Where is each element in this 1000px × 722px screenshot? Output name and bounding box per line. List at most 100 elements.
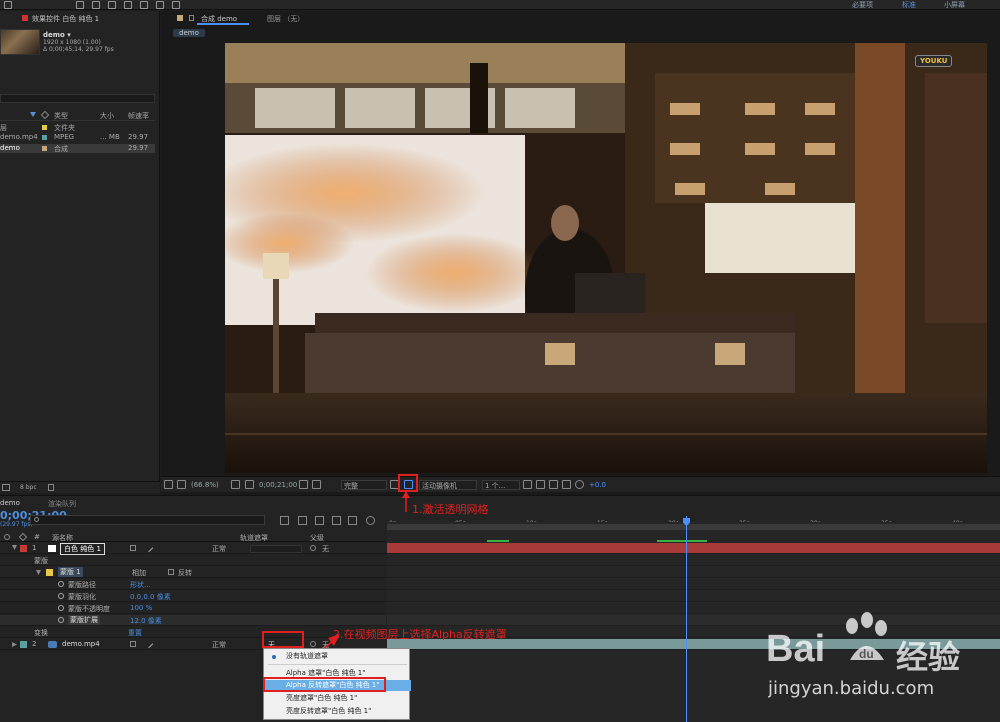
eraser-tool-icon[interactable]: [156, 1, 164, 9]
layer-row-1[interactable]: 1 白色 纯色 1 正常 无: [0, 543, 386, 555]
current-timecode[interactable]: 0;00;21;00: [259, 481, 297, 489]
bpc-label[interactable]: 8 bpc: [20, 484, 37, 491]
menu-item-no-matte[interactable]: 没有轨道遮罩: [264, 651, 411, 662]
column-type[interactable]: 类型: [54, 111, 68, 121]
column-source-name[interactable]: 源名称: [52, 533, 73, 543]
quality-switch-icon[interactable]: [144, 639, 154, 649]
rectangle-tool-icon[interactable]: [76, 1, 84, 9]
layer-1-duration-bar[interactable]: [387, 543, 1000, 554]
list-item[interactable]: demo 合成 29.97: [0, 144, 155, 153]
expand-triangle-icon[interactable]: [12, 545, 17, 550]
stopwatch-icon[interactable]: [58, 605, 64, 611]
camera-snapshot-icon[interactable]: [299, 480, 308, 489]
menu-item-luma-matte[interactable]: 亮度遮罩"白色 纯色 1": [264, 693, 411, 704]
resolution-select[interactable]: 完整: [341, 480, 387, 490]
stopwatch-icon[interactable]: [58, 617, 64, 623]
title-safe-icon[interactable]: [245, 480, 254, 489]
shy-layers-icon[interactable]: [315, 516, 324, 525]
interpret-footage-icon[interactable]: [2, 484, 10, 491]
shy-switch-icon[interactable]: [130, 641, 136, 647]
mask-feather-value[interactable]: 0.0,0.0 像素: [130, 592, 171, 602]
fit-icon[interactable]: [231, 480, 240, 489]
render-queue-tab[interactable]: 渲染队列: [48, 499, 76, 509]
comp-thumbnail: [0, 29, 40, 55]
timeline-tab[interactable]: demo: [0, 499, 20, 507]
layer-color-swatch[interactable]: [20, 641, 27, 648]
work-area-bar[interactable]: [387, 524, 1000, 530]
zoom-tool-icon[interactable]: [4, 1, 12, 9]
transform-label: 变换: [34, 629, 48, 637]
grid-toggle-icon[interactable]: [523, 480, 532, 489]
column-fps[interactable]: 帧速率: [128, 111, 149, 121]
project-search-input[interactable]: [0, 94, 155, 103]
motion-blur-icon[interactable]: [348, 516, 357, 525]
draft-3d-icon[interactable]: [298, 516, 307, 525]
annotation-box-alpha-inverted: [263, 677, 386, 692]
timeline-search-input[interactable]: [30, 515, 265, 525]
mask-color-swatch[interactable]: [46, 569, 53, 576]
comp-flowchart-icon[interactable]: [280, 516, 289, 525]
solid-layer-icon: [48, 545, 56, 552]
layer-color-swatch[interactable]: [20, 545, 27, 552]
playhead-line[interactable]: [686, 516, 687, 722]
mask-opacity-value[interactable]: 100 %: [130, 604, 152, 612]
blend-mode[interactable]: 正常: [212, 640, 226, 650]
mask-mode-select[interactable]: 相加: [132, 568, 146, 578]
workspace-tab-standard[interactable]: 标准: [902, 0, 916, 10]
invert-checkbox[interactable]: [168, 569, 174, 575]
list-item[interactable]: demo.mp4 MPEG ... MB 29.97: [0, 133, 155, 142]
always-preview-icon[interactable]: [164, 480, 173, 489]
workspace-tab-essentials[interactable]: 必要项: [852, 0, 873, 10]
frame-blending-icon[interactable]: [332, 516, 341, 525]
clone-tool-icon[interactable]: [140, 1, 148, 9]
blend-mode[interactable]: 正常: [212, 544, 226, 554]
comp-name[interactable]: demo ▾: [43, 31, 71, 39]
snapshot-show-icon[interactable]: [549, 480, 558, 489]
mask-row[interactable]: 蒙版 1 相加 反转: [0, 567, 386, 578]
parent-pickwhip-icon[interactable]: [310, 545, 316, 551]
breadcrumb[interactable]: demo: [173, 29, 205, 37]
trash-icon[interactable]: [48, 484, 54, 491]
layer-name[interactable]: demo.mp4: [62, 640, 100, 648]
puppet-tool-icon[interactable]: [172, 1, 180, 9]
parent-select[interactable]: 无: [322, 544, 329, 554]
stopwatch-icon[interactable]: [58, 593, 64, 599]
flowchart-icon[interactable]: [562, 480, 571, 489]
exposure-reset-icon[interactable]: [575, 480, 584, 489]
video-viewer[interactable]: YOUKU: [225, 43, 987, 473]
collapse-triangle-icon[interactable]: [12, 642, 17, 647]
layer-tab[interactable]: 图层 （无）: [267, 14, 304, 24]
monitor-icon[interactable]: [177, 480, 186, 489]
lock-icon[interactable]: [189, 15, 194, 21]
menu-item-luma-inverted-matte[interactable]: 亮度反转遮罩"白色 纯色 1": [264, 706, 411, 717]
zoom-level[interactable]: (66.8%): [191, 481, 219, 489]
reset-link[interactable]: 重置: [128, 628, 142, 638]
3d-view-icon[interactable]: [536, 480, 545, 489]
pen-tool-icon[interactable]: [92, 1, 100, 9]
brush-tool-icon[interactable]: [124, 1, 132, 9]
watermark-url: jingyan.baidu.com: [768, 678, 935, 699]
text-tool-icon[interactable]: [108, 1, 116, 9]
graph-editor-icon[interactable]: [366, 516, 375, 525]
quality-switch-icon[interactable]: [144, 543, 154, 553]
column-size[interactable]: 大小: [100, 111, 114, 121]
effect-controls-tab[interactable]: 效果控件 白色 纯色 1: [32, 14, 99, 24]
mask-name[interactable]: 蒙版 1: [58, 567, 83, 577]
views-select[interactable]: 1 个...: [482, 480, 520, 490]
sort-arrow-icon[interactable]: [30, 112, 36, 117]
stopwatch-icon[interactable]: [58, 581, 64, 587]
expand-triangle-icon[interactable]: [36, 570, 41, 575]
layer-name[interactable]: 白色 纯色 1: [60, 543, 105, 555]
mask-path-value[interactable]: 形状...: [130, 580, 151, 590]
mask-group-row[interactable]: 蒙版: [0, 555, 386, 566]
mask-expansion-value[interactable]: 12.0 像素: [130, 616, 162, 626]
exposure-value[interactable]: +0.0: [589, 481, 606, 489]
show-channel-icon[interactable]: [312, 480, 321, 489]
shy-switch-icon[interactable]: [130, 545, 136, 551]
list-item[interactable]: 层 文件夹: [0, 123, 155, 132]
camera-select[interactable]: 活动摄像机: [419, 480, 477, 490]
track-matte-select[interactable]: [250, 545, 302, 553]
column-track-matte[interactable]: 轨道遮罩: [240, 533, 268, 543]
workspace-tab-small-screen[interactable]: 小屏幕: [944, 0, 965, 10]
column-parent[interactable]: 父级: [310, 533, 324, 543]
